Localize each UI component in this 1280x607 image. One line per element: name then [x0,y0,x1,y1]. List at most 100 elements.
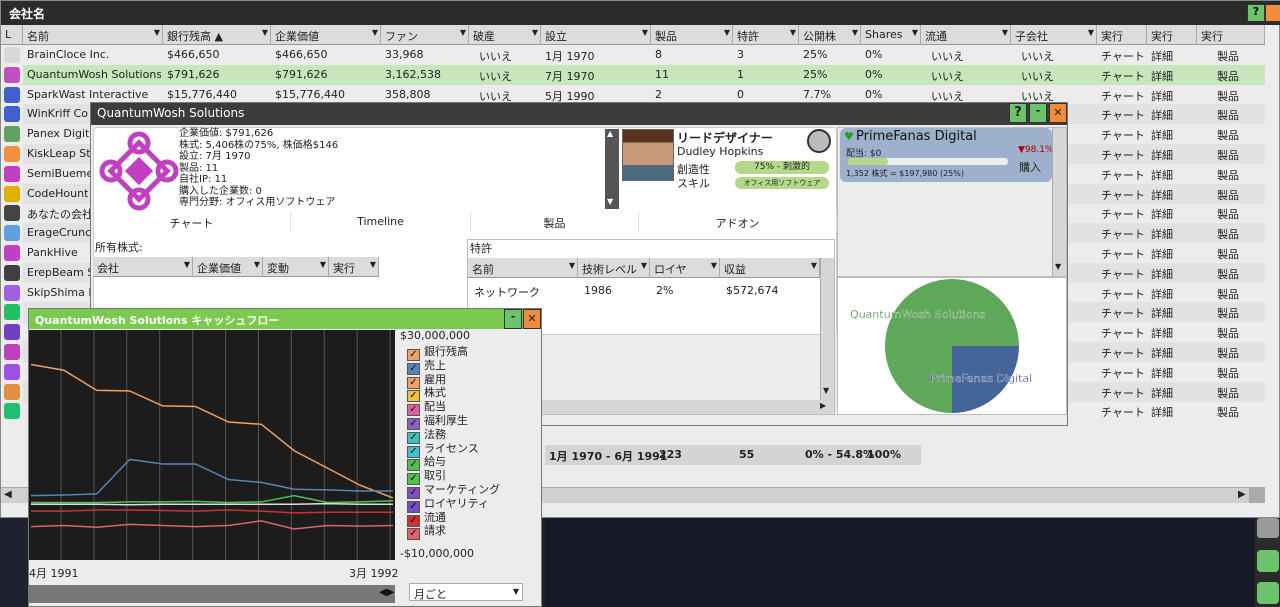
cell-a1[interactable]: チャート [1101,246,1145,262]
cell-a3[interactable]: 製品 [1217,385,1239,401]
checkbox-icon[interactable]: ✓ [407,528,420,541]
dropdown-icon[interactable]: ▼ [912,28,918,37]
scroll-down-icon[interactable]: ▼ [607,197,613,206]
column-header[interactable]: 設立 ▼ [541,25,651,45]
table-row[interactable]: BrainCloce Inc. $466,650 $466,650 33,968 いいえ… [23,45,1265,65]
scroll-right-icon[interactable]: ▶ [820,401,826,410]
legend-item[interactable]: ✓ 福利厚生 [407,412,468,430]
dropdown-icon[interactable]: ▼ [254,260,260,269]
period-select[interactable]: 月ごと ▼ [409,583,523,601]
minimize-button[interactable]: - [1029,103,1047,123]
patents-scrollbar[interactable]: ▼ [820,258,834,400]
cell-a1[interactable]: チャート [1101,325,1145,341]
cell-a3[interactable]: 製品 [1217,127,1239,143]
dropdown-icon[interactable]: ▼ [711,261,717,270]
legend-item[interactable]: ✓ ロイヤリティ [407,495,489,513]
column-header[interactable]: 子会社 ▼ [1011,25,1097,45]
cell-a1[interactable]: チャート [1101,68,1145,84]
cell-a3[interactable]: 製品 [1217,266,1239,282]
legend-item[interactable]: ✓ 給与 [407,453,446,472]
column-header[interactable]: 企業価値 ▼ [271,25,381,45]
owned-column-header[interactable]: 実行 ▼ [329,257,379,277]
owned-column-header[interactable]: 変動 ▼ [263,257,329,277]
legend-item[interactable]: ✓ 雇用 [407,371,446,389]
dropdown-icon[interactable]: ▼ [811,261,817,270]
cell-a1[interactable]: チャート [1101,127,1145,143]
cell-a1[interactable]: チャート [1101,345,1145,361]
dropdown-icon[interactable]: ▼ [262,28,268,37]
info-scrollbar[interactable]: ▲ ▼ [605,129,619,209]
cell-a1[interactable]: チャート [1101,147,1145,163]
scroll-left-icon[interactable]: ◀ [4,489,12,500]
cell-a2[interactable]: 詳細 [1151,325,1173,341]
cell-a1[interactable]: チャート [1101,305,1145,321]
scroll-arrows-icon[interactable]: ◀▶ [379,587,394,598]
cell-a3[interactable]: 製品 [1217,365,1239,381]
patent-column-header[interactable]: 収益 ▼ [720,258,820,278]
patent-column-header[interactable]: 名前 ▼ [468,258,578,278]
cell-a3[interactable]: 製品 [1217,167,1239,183]
cell-a3[interactable]: 製品 [1217,404,1239,420]
legend-item[interactable]: ✓ 売上 [407,357,446,375]
cell-a2[interactable]: 詳細 [1151,107,1173,123]
dropdown-icon[interactable]: ▼ [184,260,190,269]
column-header[interactable]: 実行 [1097,25,1147,45]
dropdown-icon[interactable]: ▼ [852,28,858,37]
dropdown-icon[interactable]: ▼ [320,260,326,269]
cell-a2[interactable]: 詳細 [1151,404,1173,420]
dropdown-icon[interactable]: ▼ [724,28,730,37]
dropdown-icon[interactable]: ▼ [1088,28,1094,37]
column-header[interactable]: 破産 ▼ [469,25,541,45]
cell-a2[interactable]: 詳細 [1151,167,1173,183]
tab-0[interactable]: チャート [93,212,291,232]
legend-item[interactable]: ✓ 取引 [407,467,446,486]
dropdown-icon[interactable]: ▼ [569,261,575,270]
cell-a2[interactable]: 詳細 [1151,345,1173,361]
dropdown-icon[interactable]: ▼ [532,28,538,37]
dropdown-icon[interactable]: ▼ [641,261,647,270]
cell-a2[interactable]: 詳細 [1151,365,1173,381]
column-header[interactable]: L [1,25,23,45]
cell-a1[interactable]: チャート [1101,48,1145,64]
pause-icon[interactable] [1257,582,1279,604]
cell-a1[interactable]: チャート [1101,107,1145,123]
patent-column-header[interactable]: 技術レベル ▼ [578,258,650,278]
cell-a2[interactable]: 詳細 [1151,385,1173,401]
cell-a3[interactable]: 製品 [1217,107,1239,123]
cell-a1[interactable]: チャート [1101,88,1145,104]
help-button[interactable]: ? [1009,103,1027,123]
scroll-thumb[interactable] [1249,488,1265,503]
column-header[interactable]: 流通 ▼ [921,25,1011,45]
cell-a1[interactable]: チャート [1101,266,1145,282]
cell-a1[interactable]: チャート [1101,404,1145,420]
table-row[interactable]: QuantumWosh Solutions $791,626 $791,626 3,1… [23,64,1265,85]
cell-a3[interactable]: 製品 [1217,68,1239,84]
cell-a3[interactable]: 製品 [1217,286,1239,302]
tab-3[interactable]: アドオン [639,212,837,232]
scroll-down-icon[interactable]: ▼ [1055,262,1061,271]
cell-a2[interactable]: 詳細 [1151,88,1173,104]
cell-a2[interactable]: 詳細 [1151,147,1173,163]
minimize-button[interactable]: - [504,309,522,329]
column-header[interactable]: 製品 ▼ [651,25,733,45]
legend-item[interactable]: ✓ 流通 [407,509,446,527]
scroll-right-icon[interactable]: ▶ [1238,489,1246,500]
legend-item[interactable]: ✓ 配当 [407,398,446,417]
gamepad-icon[interactable] [1257,550,1279,572]
cell-a2[interactable]: 詳細 [1151,48,1173,64]
scroll-up-icon[interactable]: ▲ [607,129,613,138]
column-header[interactable]: 銀行残高 ▲ ▼ [163,25,271,45]
buy-button[interactable]: 購入 [1010,158,1050,180]
cell-a2[interactable]: 詳細 [1151,305,1173,321]
cell-a1[interactable]: チャート [1101,365,1145,381]
column-header[interactable]: 公開株 ▼ [799,25,861,45]
cell-a3[interactable]: 製品 [1217,345,1239,361]
tab-1[interactable]: Timeline [291,212,471,232]
cell-a2[interactable]: 詳細 [1151,286,1173,302]
legend-item[interactable]: ✓ 株式 [407,384,446,403]
patent-column-header[interactable]: ロイヤ ▼ [650,258,720,278]
cell-a2[interactable]: 詳細 [1151,187,1173,203]
dropdown-icon[interactable]: ▼ [154,28,160,37]
legend-item[interactable]: ✓ 請求 [407,522,446,541]
close-button[interactable]: ✕ [1049,103,1067,123]
